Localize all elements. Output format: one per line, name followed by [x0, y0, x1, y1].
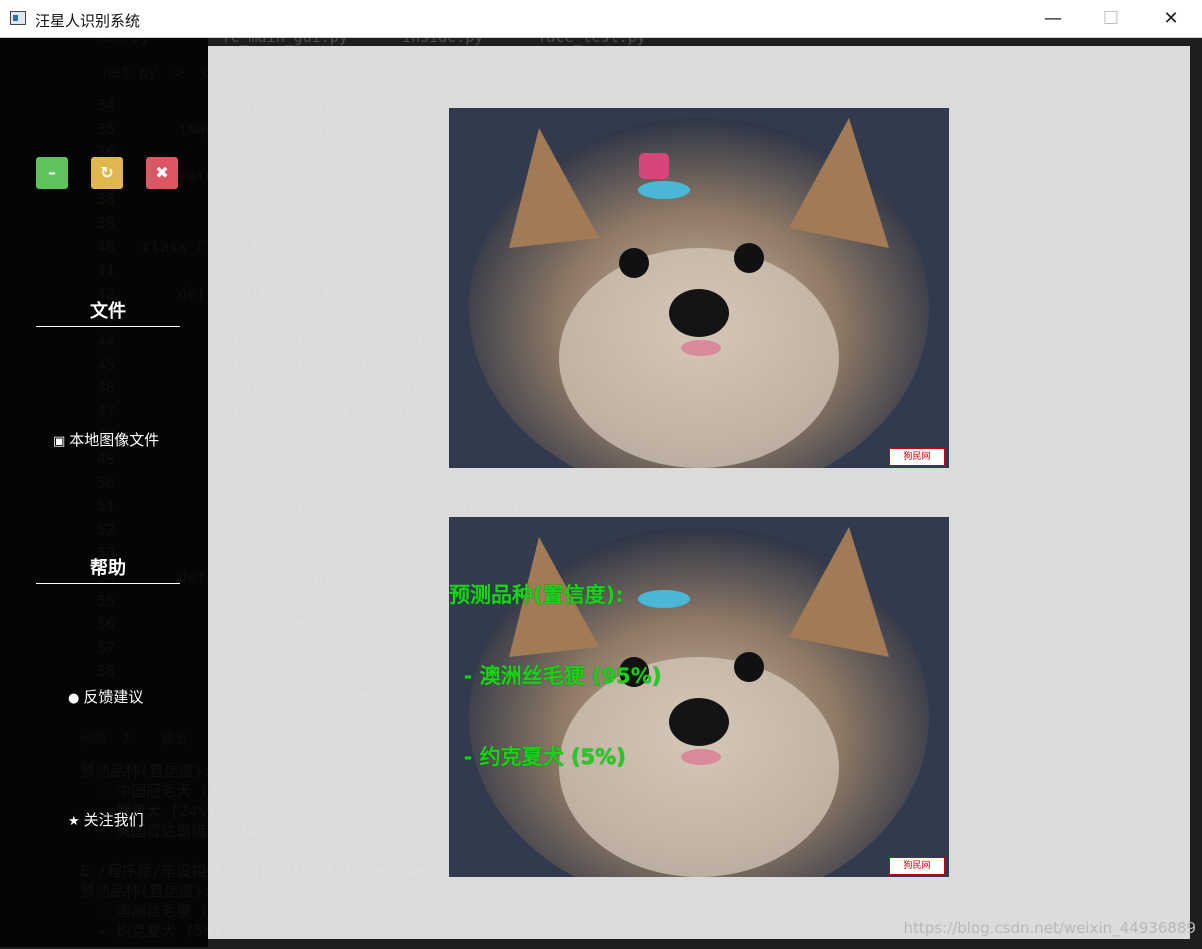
prediction-header: 预测品种(置信度): [449, 583, 624, 607]
window-minimize-button[interactable]: — [1024, 0, 1082, 37]
sidebar: – ↻ ✖ 文件 ▣ 本地图像文件 帮助 ● 反馈建议 ★ 关注我们 [0, 38, 208, 947]
restore-button[interactable]: ↻ [91, 157, 123, 189]
window-maximize-button[interactable]: ☐ [1082, 0, 1140, 37]
menu-item-label: 反馈建议 [83, 688, 144, 706]
menu-item-label: 本地图像文件 [69, 431, 160, 449]
prediction-line-2: - 约克夏犬 (5%) [449, 745, 626, 769]
photo-stamp: 狗民网 [889, 857, 945, 875]
close-button[interactable]: ✖ [146, 157, 178, 189]
window-title: 汪星人识别系统 [35, 12, 141, 30]
section-title-help: 帮助 [36, 554, 180, 584]
photo-stamp: 狗民网 [889, 448, 945, 466]
minus-icon: – [48, 163, 56, 182]
watermark: https://blog.csdn.net/weixin_44936889 [903, 919, 1196, 937]
section-title-file: 文件 [36, 297, 180, 327]
minimize-button[interactable]: – [36, 157, 68, 189]
image-icon: ▣ [53, 434, 66, 449]
title-bar: 汪星人识别系统 — ☐ ✕ [0, 0, 1202, 38]
times-icon: ✖ [155, 163, 169, 182]
menu-item-label: 关注我们 [83, 811, 144, 829]
prediction-overlay: 预测品种(置信度): - 澳洲丝毛㹴 (95%) - 约克夏犬 (5%) [449, 528, 661, 798]
app-icon [10, 11, 26, 25]
star-icon: ★ [68, 814, 80, 829]
window-close-button[interactable]: ✕ [1142, 0, 1200, 37]
menu-item-local-image[interactable]: ▣ 本地图像文件 [53, 429, 159, 450]
menu-item-follow[interactable]: ★ 关注我们 [68, 809, 144, 830]
input-image: 狗民网 [449, 108, 949, 468]
prediction-line-1: - 澳洲丝毛㹴 (95%) [449, 664, 662, 688]
rotate-icon: ↻ [100, 163, 114, 182]
menu-item-feedback[interactable]: ● 反馈建议 [68, 686, 143, 707]
comment-icon: ● [68, 691, 80, 706]
